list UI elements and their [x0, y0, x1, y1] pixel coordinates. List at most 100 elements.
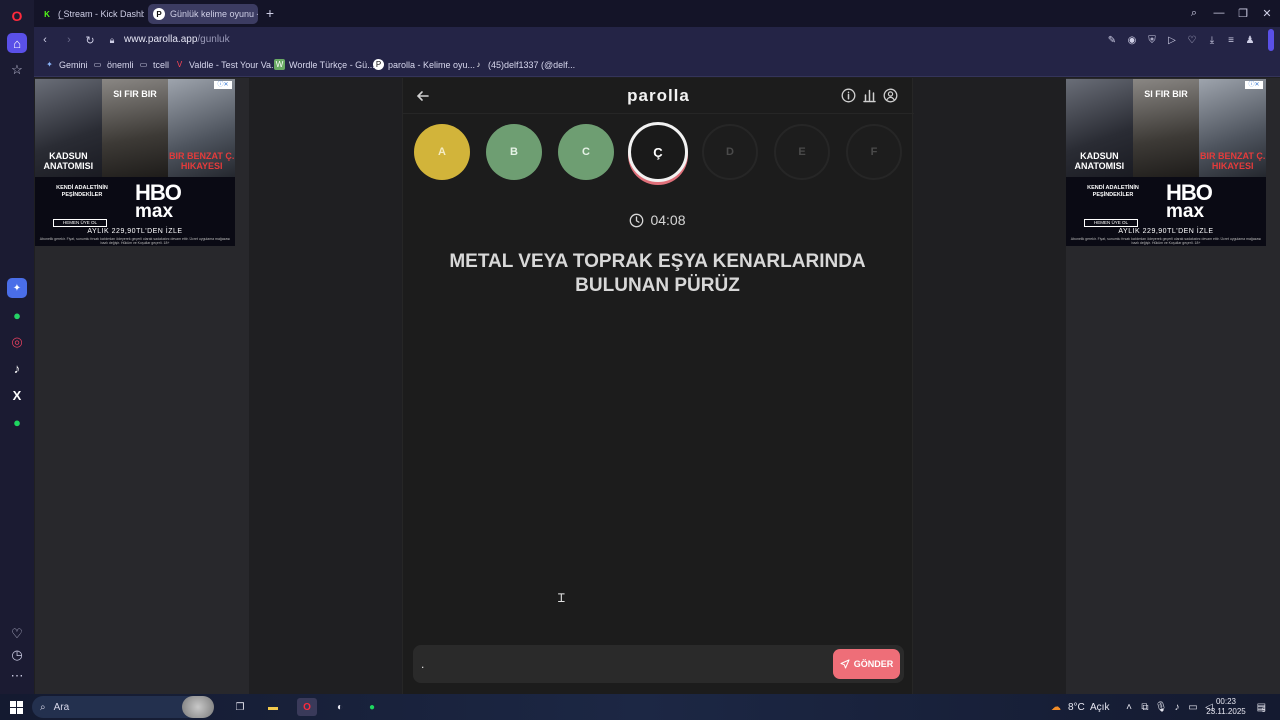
- lock-icon[interactable]: 🔒︎: [104, 32, 120, 48]
- letter-circle-d: D: [702, 124, 758, 180]
- left-ad-banner[interactable]: KADSUN ANATOMISI SI FIR BIR BIR BENZAT Ç…: [35, 79, 235, 246]
- letter-circle-c-cedilla: Ç: [628, 122, 688, 182]
- ad-posters: KADSUN ANATOMISI SI FIR BIR BIR BENZAT Ç…: [35, 79, 235, 177]
- valdle-icon: V: [176, 60, 183, 69]
- folder-icon: ▭: [139, 60, 148, 69]
- user-icon[interactable]: [883, 88, 898, 103]
- url-field[interactable]: www.parolla.app/gunluk: [124, 34, 230, 45]
- camera-icon[interactable]: ◉: [1125, 33, 1139, 47]
- bookmark-wordle[interactable]: W Wordle Türkçe - Gü...: [274, 59, 375, 70]
- weather-temp[interactable]: 8°C: [1068, 698, 1085, 716]
- tab-parolla[interactable]: P Günlük kelime oyunu - pa: [148, 4, 258, 24]
- network-icon[interactable]: ▭: [1187, 698, 1199, 716]
- x-icon[interactable]: X: [7, 385, 27, 405]
- microphone-icon[interactable]: 🎙︎: [1155, 698, 1168, 716]
- ad-poster-title: KADSUN ANATOMISI: [43, 151, 94, 171]
- search-icon: ⌕: [40, 701, 46, 713]
- notification-icon[interactable]: ▤ 5: [1252, 698, 1270, 716]
- history-icon[interactable]: ◷: [7, 645, 27, 665]
- search-tabs-icon[interactable]: ⌕: [1186, 5, 1202, 21]
- bookmark-onemli[interactable]: ▭ önemli: [92, 59, 134, 70]
- ad-poster: SI FIR BIR: [1132, 79, 1200, 177]
- ad-price: AYLIK 229,90TL'DEN İZLE: [87, 228, 183, 235]
- spotify-taskbar-icon[interactable]: ●: [363, 698, 381, 716]
- ad-poster: BIR BENZAT Ç. HIKAYESI: [1199, 79, 1266, 177]
- restore-icon[interactable]: ❐: [1235, 5, 1251, 21]
- tray-chevron-icon[interactable]: ˄: [1123, 698, 1135, 716]
- bookmark-tiktok[interactable]: ♪ (45)delf1337 (@delf...: [473, 59, 576, 70]
- bookmark-valdle[interactable]: V Valdle - Test Your Va...: [174, 59, 279, 70]
- ad-posters: KADSUN ANATOMISI SI FIR BIR BIR BENZAT Ç…: [1066, 79, 1266, 177]
- taskbar-search[interactable]: ⌕ Ara: [32, 696, 214, 718]
- notification-count: 5: [1262, 708, 1266, 714]
- aria-icon[interactable]: ✦: [7, 278, 27, 298]
- close-icon[interactable]: ✕: [1259, 5, 1275, 21]
- tray-app-icon[interactable]: ⧉: [1139, 698, 1151, 716]
- instagram-icon[interactable]: ◎: [7, 332, 27, 352]
- heart-icon[interactable]: ♡: [7, 624, 27, 644]
- clock[interactable]: 00:23 23.11.2025: [1204, 695, 1248, 719]
- ad-cta[interactable]: HEMEN ÜYE OL: [1084, 219, 1138, 227]
- minimize-icon[interactable]: —: [1211, 5, 1227, 21]
- profile-icon[interactable]: ♟: [1243, 33, 1257, 47]
- task-view-icon[interactable]: ❐: [232, 698, 248, 716]
- more-icon[interactable]: ⋯: [7, 666, 27, 686]
- reload-icon[interactable]: ↻: [82, 32, 98, 48]
- file-explorer-icon[interactable]: ▬: [265, 698, 281, 716]
- answer-input[interactable]: [421, 649, 821, 679]
- ad-price: AYLIK 229,90TL'DEN İZLE: [1118, 228, 1214, 235]
- send-label: GÖNDER: [853, 659, 894, 669]
- letter-circle-c: C: [558, 124, 614, 180]
- question-text: METAL VEYA TOPRAK EŞYA KENARLARINDA BULU…: [449, 251, 866, 296]
- edit-icon[interactable]: ✎: [1105, 33, 1119, 47]
- side-panel-icon[interactable]: [1268, 29, 1274, 51]
- timer: 04:08: [403, 212, 912, 228]
- max-logo: max: [135, 201, 174, 222]
- spotify-icon[interactable]: ●: [7, 412, 27, 432]
- new-tab-button[interactable]: +: [262, 5, 278, 21]
- ad-poster-title: KADSUN ANATOMISI: [1074, 151, 1125, 171]
- tiktok-icon[interactable]: ♪: [7, 358, 27, 378]
- ad-choices-icon[interactable]: ⓘ✕: [214, 81, 232, 89]
- volume-icon[interactable]: ♪: [1171, 698, 1183, 716]
- tab-kick-stream[interactable]: K (̲ Stream - Kick Dashbo: [36, 4, 144, 24]
- ad-poster-title: SI FIR BIR: [113, 89, 157, 99]
- tab-strip: K (̲ Stream - Kick Dashbo P Günlük kelim…: [34, 0, 1280, 27]
- right-ad-banner[interactable]: KADSUN ANATOMISI SI FIR BIR BIR BENZAT Ç…: [1066, 79, 1266, 246]
- bookmark-gemini[interactable]: ✦ Gemini: [44, 59, 87, 70]
- ad-slogan: KENDİ ADALETİNİN PEŞİNDEKİLER: [56, 185, 108, 198]
- weather-icon[interactable]: ☁: [1048, 698, 1064, 716]
- back-icon[interactable]: ‹: [37, 32, 53, 48]
- speed-dial-icon[interactable]: ☆: [7, 60, 27, 80]
- timer-value: 04:08: [650, 212, 686, 228]
- kick-icon: K: [44, 9, 50, 19]
- play-icon[interactable]: ▷: [1165, 33, 1179, 47]
- bookmark-tcell[interactable]: ▭ tcell: [138, 59, 169, 70]
- text-cursor-icon: Ɪ: [558, 591, 565, 605]
- folder-icon: ▭: [93, 60, 102, 69]
- forward-icon[interactable]: ›: [61, 32, 77, 48]
- whatsapp-icon[interactable]: ●: [7, 305, 27, 325]
- menu-icon[interactable]: ≡: [1224, 33, 1238, 47]
- home-icon[interactable]: ⌂: [7, 33, 27, 53]
- app-taskbar-icon[interactable]: ◐: [331, 698, 349, 716]
- windows-start-icon[interactable]: [8, 698, 24, 716]
- favorite-icon[interactable]: ♡: [1185, 33, 1199, 47]
- wordle-icon: W: [274, 59, 285, 70]
- download-icon[interactable]: ⤓: [1205, 33, 1219, 47]
- bookmark-label: parolla - Kelime oyu...: [388, 59, 476, 70]
- ad-choices-icon[interactable]: ⓘ✕: [1245, 81, 1263, 89]
- ad-cta[interactable]: HEMEN ÜYE OL: [53, 219, 107, 227]
- parolla-icon: P: [373, 59, 384, 70]
- weather-text[interactable]: Açık: [1090, 698, 1109, 716]
- opera-logo-icon[interactable]: O: [7, 6, 27, 26]
- shield-icon[interactable]: ⛨: [1145, 33, 1159, 47]
- stats-icon[interactable]: [862, 88, 877, 103]
- send-button[interactable]: GÖNDER: [833, 649, 900, 679]
- ad-poster-title: BIR BENZAT Ç. HIKAYESI: [169, 151, 235, 171]
- max-logo: max: [1166, 201, 1205, 222]
- opera-taskbar-icon[interactable]: O: [297, 698, 317, 716]
- info-icon[interactable]: [841, 88, 856, 103]
- bookmark-parolla[interactable]: Pparolla - Kelime oyu...: [373, 59, 475, 70]
- game-header: parolla: [403, 78, 914, 114]
